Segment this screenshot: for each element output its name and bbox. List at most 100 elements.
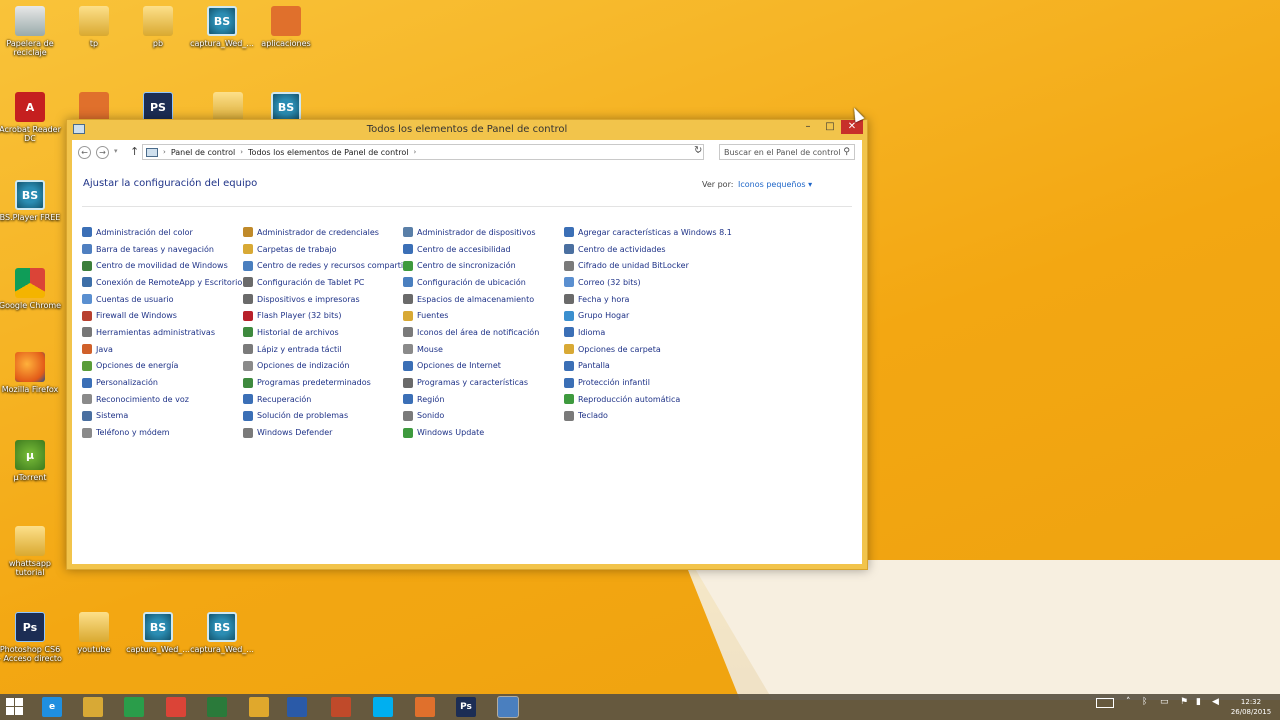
battery-icon[interactable]: ▭	[1160, 697, 1169, 707]
control-panel-item[interactable]: Configuración de ubicación	[403, 274, 563, 291]
control-panel-item[interactable]: Mouse	[403, 341, 563, 358]
control-panel-window[interactable]: Todos los elementos de Panel de control …	[66, 119, 868, 570]
control-panel-item[interactable]: Centro de redes y recursos comparti...	[243, 257, 411, 274]
control-panel-item[interactable]: Centro de accesibilidad	[403, 241, 563, 258]
app-icon[interactable]	[331, 697, 351, 717]
view-by-dropdown[interactable]: Iconos pequeños ▾	[738, 180, 812, 189]
forward-arrow-icon[interactable]: →	[96, 146, 109, 159]
bluetooth-icon[interactable]: ᛒ	[1142, 697, 1147, 707]
control-panel-item[interactable]: Historial de archivos	[243, 324, 403, 341]
control-panel-item[interactable]: Grupo Hogar	[564, 307, 724, 324]
chevron-up-icon[interactable]: ˄	[1126, 697, 1131, 707]
maximize-button[interactable]: □	[819, 120, 841, 134]
desktop-icon-captura-3[interactable]: BS captura_Wed_...	[190, 612, 254, 654]
control-panel-item[interactable]: Opciones de Internet	[403, 358, 563, 375]
control-panel-item[interactable]: Solución de problemas	[243, 408, 403, 425]
word-icon[interactable]	[287, 697, 307, 717]
control-panel-item[interactable]: Centro de sincronización	[403, 257, 563, 274]
file-explorer-icon[interactable]	[83, 697, 103, 717]
desktop-icon-captura-2[interactable]: BS captura_Wed_...	[126, 612, 190, 654]
control-panel-item[interactable]: Programas y características	[403, 374, 563, 391]
control-panel-item[interactable]: Configuración de Tablet PC	[243, 274, 403, 291]
control-panel-item[interactable]: Opciones de energía	[82, 358, 242, 375]
skype-icon[interactable]	[373, 697, 393, 717]
clock[interactable]: 12:32 26/08/2015	[1226, 697, 1276, 717]
close-button[interactable]: ✕	[841, 120, 863, 134]
breadcrumb-chevron-icon[interactable]: ›	[163, 148, 166, 156]
control-panel-item[interactable]: Fecha y hora	[564, 291, 724, 308]
control-panel-item[interactable]: Teclado	[564, 408, 724, 425]
control-panel-item[interactable]: Opciones de carpeta	[564, 341, 724, 358]
desktop-icon-pb[interactable]: pb	[126, 6, 190, 48]
control-panel-item[interactable]: Sistema	[82, 408, 242, 425]
keyboard-icon[interactable]	[1096, 698, 1114, 708]
desktop-icon-recycle-bin[interactable]: Papelera de reciclaje	[0, 6, 62, 57]
minimize-button[interactable]: –	[797, 120, 819, 134]
title-bar[interactable]: Todos los elementos de Panel de control …	[67, 120, 867, 139]
excel-icon[interactable]	[207, 697, 227, 717]
breadcrumb-panel-de-control[interactable]: Panel de control	[171, 148, 235, 157]
control-panel-item[interactable]: Protección infantil	[564, 374, 724, 391]
desktop-icon-utorrent[interactable]: µ µTorrent	[0, 440, 62, 482]
search-icon[interactable]: ⚲	[843, 147, 850, 157]
desktop-icon-acrobat[interactable]: A Acrobat Reader DC	[0, 92, 62, 143]
control-panel-item[interactable]: Cifrado de unidad BitLocker	[564, 257, 724, 274]
control-panel-icon[interactable]	[497, 696, 519, 718]
control-panel-item[interactable]: Idioma	[564, 324, 724, 341]
back-arrow-icon[interactable]: ←	[78, 146, 91, 159]
control-panel-item[interactable]: Personalización	[82, 374, 242, 391]
breadcrumb-todos-los-elementos[interactable]: Todos los elementos de Panel de control	[248, 148, 408, 157]
control-panel-item[interactable]: Dispositivos e impresoras	[243, 291, 403, 308]
control-panel-item[interactable]: Correo (32 bits)	[564, 274, 724, 291]
store-icon[interactable]	[124, 697, 144, 717]
flag-icon[interactable]: ⚑	[1180, 697, 1188, 707]
control-panel-item[interactable]: Cuentas de usuario	[82, 291, 242, 308]
control-panel-item[interactable]: Lápiz y entrada táctil	[243, 341, 403, 358]
control-panel-item[interactable]: Región	[403, 391, 563, 408]
control-panel-item[interactable]: Flash Player (32 bits)	[243, 307, 403, 324]
control-panel-item[interactable]: Reproducción automática	[564, 391, 724, 408]
control-panel-item[interactable]: Windows Update	[403, 424, 563, 441]
address-field[interactable]: › Panel de control › Todos los elementos…	[142, 144, 704, 160]
breadcrumb-chevron-icon[interactable]: ›	[240, 148, 243, 156]
refresh-icon[interactable]: ↻	[694, 145, 702, 156]
control-panel-item[interactable]: Agregar características a Windows 8.1	[564, 224, 732, 241]
control-panel-item[interactable]: Administrador de dispositivos	[403, 224, 563, 241]
desktop-icon-tp[interactable]: tp	[62, 6, 126, 48]
control-panel-item[interactable]: Teléfono y módem	[82, 424, 242, 441]
desktop-icon-whatsapp-tutorial[interactable]: whattsapp tutorial	[0, 526, 62, 577]
ie-icon[interactable]: e	[42, 697, 62, 717]
app-icon[interactable]	[415, 697, 435, 717]
network-icon[interactable]: ▮	[1196, 697, 1201, 707]
app-icon[interactable]	[249, 697, 269, 717]
control-panel-item[interactable]: Programas predeterminados	[243, 374, 403, 391]
desktop-icon-chrome[interactable]: Google Chrome	[0, 268, 62, 310]
recent-locations-icon[interactable]: ▾	[114, 147, 118, 155]
chrome-icon[interactable]	[166, 697, 186, 717]
control-panel-item[interactable]: Administrador de credenciales	[243, 224, 403, 241]
control-panel-item[interactable]: Recuperación	[243, 391, 403, 408]
control-panel-item[interactable]: Windows Defender	[243, 424, 403, 441]
desktop-icon-photoshop[interactable]: Ps Photoshop CS6 - Acceso directo	[0, 612, 62, 663]
breadcrumb-chevron-icon[interactable]: ›	[414, 148, 417, 156]
up-arrow-icon[interactable]: ↑	[130, 145, 139, 158]
desktop-icon-captura-1[interactable]: BS captura_Wed_...	[190, 6, 254, 48]
control-panel-item[interactable]: Barra de tareas y navegación	[82, 241, 242, 258]
control-panel-item[interactable]: Herramientas administrativas	[82, 324, 242, 341]
control-panel-item[interactable]: Opciones de indización	[243, 358, 403, 375]
search-input[interactable]: Buscar en el Panel de control ⚲	[719, 144, 855, 160]
control-panel-item[interactable]: Conexión de RemoteApp y Escritorio	[82, 274, 242, 291]
volume-icon[interactable]: ◀	[1212, 697, 1219, 707]
start-button[interactable]	[6, 698, 24, 716]
control-panel-item[interactable]: Sonido	[403, 408, 563, 425]
control-panel-item[interactable]: Centro de actividades	[564, 241, 724, 258]
control-panel-item[interactable]: Iconos del área de notificación	[403, 324, 563, 341]
photoshop-icon[interactable]: Ps	[456, 697, 476, 717]
control-panel-item[interactable]: Centro de movilidad de Windows	[82, 257, 242, 274]
control-panel-item[interactable]: Pantalla	[564, 358, 724, 375]
control-panel-item[interactable]: Java	[82, 341, 242, 358]
control-panel-item[interactable]: Reconocimiento de voz	[82, 391, 242, 408]
control-panel-item[interactable]: Firewall de Windows	[82, 307, 242, 324]
desktop-icon-aplicaciones[interactable]: aplicaciones	[254, 6, 318, 48]
desktop-icon-firefox[interactable]: Mozilla Firefox	[0, 352, 62, 394]
